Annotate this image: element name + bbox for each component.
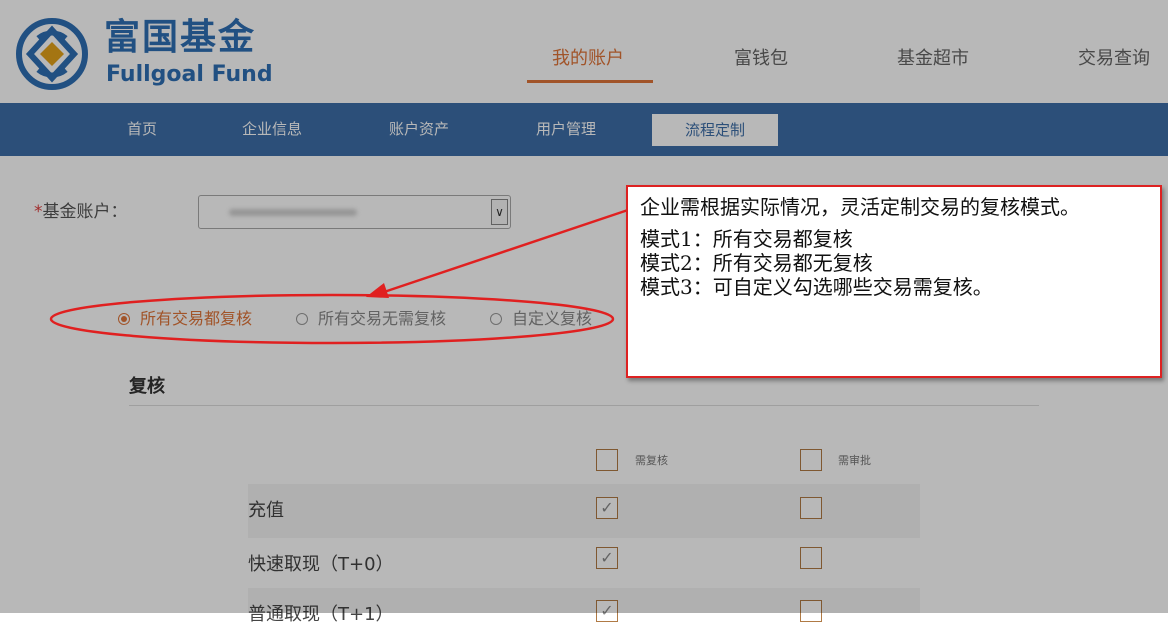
fund-account-label-text: 基金账户： — [42, 202, 128, 222]
fullgoal-logo-icon — [16, 18, 88, 90]
row-label-normal-withdraw: 普通取现（T+1） — [248, 604, 394, 625]
checkbox-recharge-review[interactable]: ✓ — [596, 497, 618, 519]
radio-selected-icon — [118, 313, 130, 325]
callout-mode1: 模式1：所有交易都复核 — [640, 227, 853, 251]
callout-intro: 企业需根据实际情况，灵活定制交易的复核模式。 — [640, 195, 1080, 219]
header-checkbox-need-approval[interactable] — [800, 449, 822, 471]
callout-mode2: 模式2：所有交易都无复核 — [640, 251, 873, 275]
sub-navbar: 首页 企业信息 账户资产 用户管理 — [0, 103, 1168, 156]
radio-custom-review-label: 自定义复核 — [512, 309, 593, 328]
subnav-process-custom[interactable]: 流程定制 — [652, 114, 778, 146]
header-checkbox-need-review[interactable] — [596, 449, 618, 471]
blurred-account-value — [229, 209, 357, 216]
checkbox-recharge-approval[interactable] — [800, 497, 822, 519]
brand-name-en: Fullgoal Fund — [106, 62, 273, 87]
col-header-need-review: 需复核 — [635, 454, 668, 467]
header: 富国基金 Fullgoal Fund 我的账户 富钱包 基金超市 交易查询 — [0, 0, 1168, 103]
topnav-active-underline — [527, 80, 653, 83]
radio-unselected-icon — [490, 313, 502, 325]
fund-account-label: *基金账户： — [34, 200, 128, 224]
subnav-account-assets[interactable]: 账户资产 — [389, 103, 449, 156]
checkbox-normal-withdraw-review[interactable]: ✓ — [596, 600, 618, 622]
topnav-fund-market[interactable]: 基金超市 — [897, 46, 969, 72]
subnav-company-info[interactable]: 企业信息 — [242, 103, 302, 156]
fund-account-select[interactable]: ∨ — [198, 195, 511, 229]
callout-mode3: 模式3：可自定义勾选哪些交易需复核。 — [640, 275, 993, 299]
brand-name-cn: 富国基金 — [104, 17, 257, 58]
chevron-down-icon[interactable]: ∨ — [491, 199, 508, 225]
radio-custom-review[interactable]: 自定义复核 — [490, 308, 592, 330]
required-mark: * — [34, 202, 43, 222]
subnav-home[interactable]: 首页 — [127, 103, 157, 156]
subnav-user-management[interactable]: 用户管理 — [536, 103, 596, 156]
topnav-my-account[interactable]: 我的账户 — [552, 46, 624, 72]
review-section-title: 复核 — [129, 376, 165, 397]
checkbox-fast-withdraw-review[interactable]: ✓ — [596, 547, 618, 569]
topnav-wallet[interactable]: 富钱包 — [734, 46, 788, 72]
row-label-fast-withdraw: 快速取现（T+0） — [248, 554, 394, 575]
radio-all-review-label: 所有交易都复核 — [140, 309, 253, 328]
radio-all-review[interactable]: 所有交易都复核 — [118, 308, 252, 330]
radio-no-review[interactable]: 所有交易无需复核 — [296, 308, 446, 330]
checkbox-fast-withdraw-approval[interactable] — [800, 547, 822, 569]
row-label-recharge: 充值 — [248, 500, 284, 521]
topnav-trade-query[interactable]: 交易查询 — [1078, 46, 1150, 72]
col-header-need-approval: 需审批 — [838, 454, 871, 467]
radio-unselected-icon — [296, 313, 308, 325]
checkbox-normal-withdraw-approval[interactable] — [800, 600, 822, 622]
radio-no-review-label: 所有交易无需复核 — [318, 309, 447, 328]
section-divider — [129, 405, 1039, 406]
annotation-arrowhead — [366, 283, 389, 298]
annotation-callout: 企业需根据实际情况，灵活定制交易的复核模式。 模式1：所有交易都复核 模式2：所… — [626, 185, 1162, 378]
